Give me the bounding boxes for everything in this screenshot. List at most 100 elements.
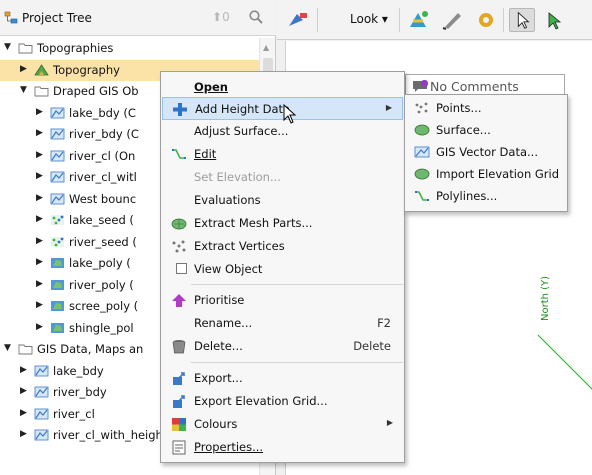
tree-item-label: Draped GIS Ob (53, 84, 139, 98)
expand-arrow-icon[interactable]: ▶ (36, 236, 46, 246)
expand-arrow-icon[interactable]: ▶ (36, 300, 46, 310)
expand-arrow-icon[interactable]: ▶ (36, 107, 46, 117)
submenu-item-points[interactable]: Points... (406, 97, 566, 119)
menu-item-properties[interactable]: Properties... (162, 436, 403, 459)
project-tree-icon (4, 11, 18, 24)
menu-label-delete: Delete... (194, 339, 243, 353)
submenu-item-polylines[interactable]: Polylines... (406, 185, 566, 207)
project-tree-title: Project Tree (22, 11, 92, 25)
menu-label-add-height-data: Add Height Data (195, 102, 291, 116)
gis-line-icon (34, 364, 49, 378)
submenu-item-gis-vector-data[interactable]: GIS Vector Data... (406, 141, 566, 163)
menu-label-set-elevation: Set Elevation... (194, 170, 281, 184)
tree-item-label: lake_bdy (C (69, 105, 136, 120)
gear-tool-icon[interactable] (473, 8, 499, 32)
gis-line-icon (34, 385, 49, 399)
menu-label-export-elevation-grid: Export Elevation Grid... (194, 394, 328, 408)
menu-separator (191, 284, 403, 285)
submenu-item-surface[interactable]: Surface... (406, 119, 566, 141)
look-dropdown[interactable]: Look ▾ (350, 12, 388, 26)
submenu-label-import-elevation-grid: Import Elevation Grid (436, 167, 560, 181)
expand-arrow-icon[interactable]: ▶ (20, 408, 30, 418)
menu-label-extract-mesh-parts: Extract Mesh Parts... (194, 216, 313, 230)
tree-item-label: river_bdy (53, 385, 107, 399)
tree-item-label: river_cl_with_height (53, 428, 168, 442)
folder-icon (18, 41, 33, 55)
tree-item-label: river_cl_witl (69, 170, 137, 184)
edit-polyline-icon (172, 149, 186, 159)
submenu-item-import-elevation-grid[interactable]: Import Elevation Grid (406, 163, 566, 185)
gis-line-icon (50, 170, 65, 184)
add-height-data-submenu: Points... Surface... GIS Vector Data... … (404, 94, 568, 212)
expand-arrow-icon[interactable]: ▶ (36, 193, 46, 203)
trash-icon (172, 340, 186, 354)
tree-item[interactable]: ▼ Topographies (0, 38, 260, 59)
menu-separator (191, 362, 403, 363)
menu-item-colours[interactable]: Colours ▶ (162, 413, 403, 436)
menu-item-open[interactable]: Open (162, 76, 403, 99)
toolbar-separator (503, 8, 504, 32)
expand-arrow-icon[interactable]: ▶ (20, 386, 30, 396)
sort-button[interactable]: ⬆0 (212, 10, 230, 24)
collapse-arrow-icon[interactable]: ▼ (4, 42, 14, 52)
view-object-checkbox[interactable] (176, 263, 187, 274)
select-pointer-icon[interactable] (509, 8, 535, 32)
menu-label-view-object: View Object (194, 262, 263, 276)
menu-label-edit: Edit (194, 147, 217, 161)
menu-item-prioritise[interactable]: Prioritise (162, 289, 403, 312)
draw-tool-icon[interactable] (439, 8, 465, 32)
menu-label-prioritise: Prioritise (194, 293, 245, 307)
menu-item-delete[interactable]: Delete... Delete (162, 335, 403, 358)
tree-item-label: GIS Data, Maps an (37, 342, 144, 356)
expand-arrow-icon[interactable]: ▶ (36, 171, 46, 181)
surface-icon (414, 168, 430, 180)
select-green-icon[interactable] (543, 8, 569, 32)
tree-item-label: river_bdy (C (69, 127, 139, 141)
expand-arrow-icon[interactable]: ▶ (36, 257, 46, 267)
view-icon[interactable] (323, 8, 349, 32)
scroll-up-icon[interactable]: ▲ (263, 43, 269, 52)
folder-icon (18, 342, 33, 356)
menu-item-extract-vertices[interactable]: Extract Vertices (162, 235, 403, 258)
gis-line-icon (34, 407, 49, 421)
expand-arrow-icon[interactable]: ▶ (36, 150, 46, 160)
collapse-arrow-icon[interactable]: ▼ (4, 343, 14, 353)
gis-line-icon (414, 146, 430, 158)
menu-item-export[interactable]: Export... (162, 367, 403, 390)
slice-tool-icon[interactable] (405, 8, 431, 32)
tree-item-label: lake_seed ( (69, 213, 134, 227)
expand-arrow-icon[interactable]: ▶ (20, 365, 30, 375)
north-axis-line (537, 334, 592, 390)
expand-arrow-icon[interactable]: ▶ (20, 429, 30, 439)
app-window: Project Tree ⬆0 ▼ Topographies ▶ Topography… (0, 0, 592, 475)
tree-item-label: river_poly ( (69, 277, 134, 292)
expand-arrow-icon[interactable]: ▶ (36, 322, 46, 332)
tree-item-label: shingle_pol (69, 320, 134, 335)
menu-label-open: Open (194, 80, 228, 94)
search-icon[interactable] (248, 9, 264, 25)
menu-item-view-object[interactable]: View Object (162, 258, 403, 281)
expand-arrow-icon[interactable]: ▶ (36, 128, 46, 138)
expand-arrow-icon[interactable]: ▶ (20, 64, 30, 74)
expand-arrow-icon[interactable]: ▶ (36, 214, 46, 224)
menu-item-edit[interactable]: Edit (162, 143, 403, 166)
menu-label-rename: Rename... (194, 316, 253, 330)
menu-item-export-elevation-grid[interactable]: Export Elevation Grid... (162, 390, 403, 413)
vertices-icon (172, 240, 186, 253)
menu-label-colours: Colours (194, 417, 238, 431)
points-icon (415, 102, 428, 114)
menu-item-rename[interactable]: Rename... F2 (162, 312, 403, 335)
menu-item-extract-mesh-parts[interactable]: Extract Mesh Parts... (162, 212, 403, 235)
menu-item-evaluations[interactable]: Evaluations (162, 189, 403, 212)
shape-list-icon[interactable] (285, 8, 311, 32)
submenu-arrow-icon: ▶ (386, 418, 393, 427)
collapse-arrow-icon[interactable]: ▼ (20, 85, 30, 95)
rename-shortcut: F2 (377, 316, 391, 330)
properties-icon (172, 440, 186, 455)
export-icon (173, 372, 185, 385)
tree-item-label: West bounc (69, 191, 137, 206)
export-icon (173, 395, 185, 408)
tree-item-label: scree_poly ( (69, 299, 139, 313)
expand-arrow-icon[interactable]: ▶ (36, 279, 46, 289)
menu-label-export: Export... (194, 371, 243, 385)
